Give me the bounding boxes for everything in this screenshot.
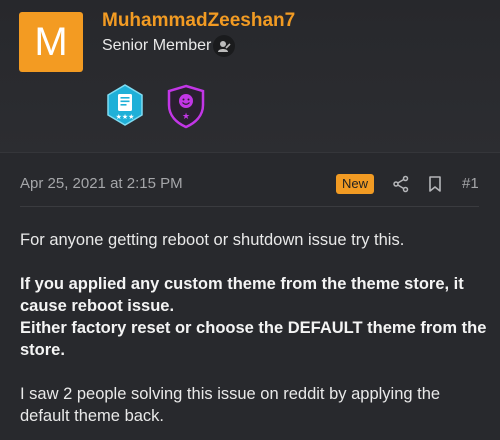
svg-text:★: ★ <box>182 112 190 122</box>
post-bold-line: Either factory reset or choose the DEFAU… <box>20 319 487 359</box>
post-message: Apr 25, 2021 at 2:15 PM New #1 For anyon… <box>0 152 500 440</box>
share-icon[interactable] <box>392 175 410 193</box>
new-badge: New <box>336 174 375 194</box>
post-line: For anyone getting reboot or shutdown is… <box>20 231 405 249</box>
svg-text:★★★: ★★★ <box>116 113 135 121</box>
user-badge-icon <box>213 35 235 57</box>
post-number-link[interactable]: #1 <box>462 175 479 192</box>
shield-smile-badge-icon[interactable]: ★ <box>165 83 207 129</box>
document-badge-icon[interactable]: ★★★ <box>103 83 147 127</box>
post-line: I saw 2 people solving this issue on red… <box>20 385 441 425</box>
post-date-link[interactable]: Apr 25, 2021 at 2:15 PM <box>20 175 183 192</box>
post-body: For anyone getting reboot or shutdown is… <box>20 229 490 427</box>
user-role: Senior Member <box>102 37 212 54</box>
bookmark-icon[interactable] <box>427 175 443 193</box>
user-header: M MuhammadZeeshan7 Senior Member ★★★ ★ <box>0 0 500 152</box>
username-link[interactable]: MuhammadZeeshan7 <box>102 10 295 32</box>
divider <box>20 206 479 207</box>
post-bold-line: If you applied any custom theme from the… <box>20 275 464 315</box>
avatar[interactable]: M <box>19 12 83 72</box>
